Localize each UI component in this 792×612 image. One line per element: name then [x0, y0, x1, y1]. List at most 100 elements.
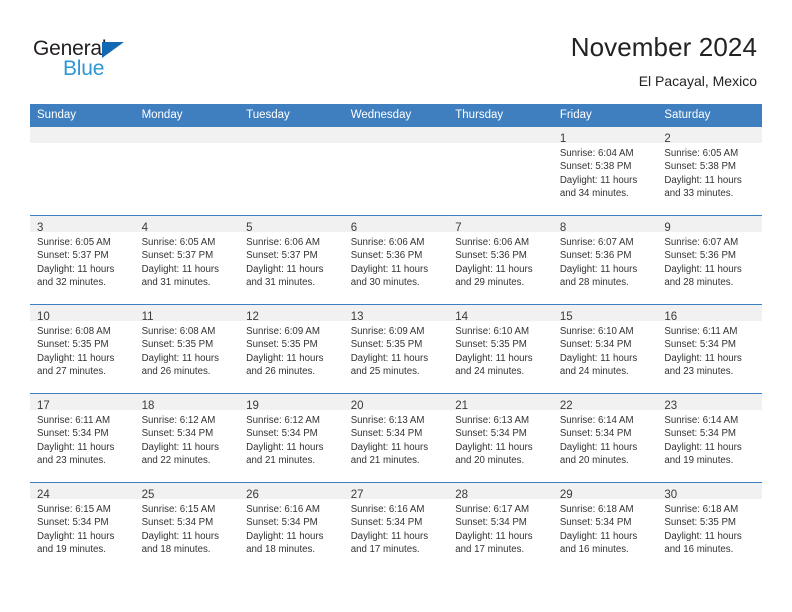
calendar-day-cell[interactable]: 2 Sunrise: 6:05 AM Sunset: 5:38 PM Daylight… — [657, 126, 762, 216]
day-details: Sunrise: 6:09 AM Sunset: 5:35 PM Daylight:… — [239, 321, 344, 379]
calendar-day-cell[interactable]: 14 Sunrise: 6:10 AM Sunset: 5:35 PM Dayligh… — [448, 304, 553, 394]
day-number-band: 24 — [30, 483, 135, 501]
day-number: 2 — [664, 133, 671, 145]
calendar-day-cell[interactable] — [448, 126, 553, 216]
calendar-day-cell[interactable]: 16 Sunrise: 6:11 AM Sunset: 5:34 PM Dayligh… — [657, 304, 762, 394]
calendar-day-cell[interactable]: 26 Sunrise: 6:16 AM Sunset: 5:34 PM Dayligh… — [239, 482, 344, 571]
calendar-day-cell[interactable]: 8 Sunrise: 6:07 AM Sunset: 5:36 PM Daylight… — [552, 215, 658, 305]
day-detail-line: and 28 minutes. — [559, 277, 629, 289]
calendar-day-cell[interactable]: 7 Sunrise: 6:06 AM Sunset: 5:36 PM Daylight… — [448, 215, 553, 305]
day-number-band: 20 — [343, 394, 449, 412]
calendar-day-cell[interactable]: 4 Sunrise: 6:05 AM Sunset: 5:37 PM Daylight… — [134, 215, 240, 305]
day-number-band: 1 — [552, 127, 658, 145]
day-cell-20: 20 Sunrise: 6:13 AM Sunset: 5:34 PM Dayligh… — [343, 394, 449, 482]
day-number: 11 — [141, 311, 154, 323]
day-details: Sunrise: 6:04 AM Sunset: 5:38 PM Daylight:… — [553, 143, 658, 201]
calendar-day-cell[interactable] — [239, 126, 344, 216]
calendar-day-cell[interactable]: 30 Sunrise: 6:18 AM Sunset: 5:35 PM Dayligh… — [657, 482, 762, 571]
calendar-day-cell[interactable]: 23 Sunrise: 6:14 AM Sunset: 5:34 PM Dayligh… — [657, 393, 762, 483]
day-number-band: 7 — [448, 216, 553, 234]
calendar-day-cell[interactable]: 12 Sunrise: 6:09 AM Sunset: 5:35 PM Dayligh… — [239, 304, 344, 394]
day-number-band: 9 — [657, 216, 762, 234]
day-details: Sunrise: 6:17 AM Sunset: 5:34 PM Daylight:… — [448, 499, 553, 557]
day-cell-empty — [30, 127, 135, 215]
day-detail-line: Sunrise: 6:09 AM — [246, 326, 320, 337]
day-number: 14 — [455, 311, 469, 323]
day-detail-line: Sunset: 5:34 PM — [246, 517, 318, 529]
day-cell-5: 5 Sunrise: 6:06 AM Sunset: 5:37 PM Daylight… — [239, 216, 344, 304]
day-detail-line: Sunset: 5:35 PM — [141, 339, 214, 351]
calendar-day-cell[interactable]: 9 Sunrise: 6:07 AM Sunset: 5:36 PM Daylight… — [657, 215, 762, 305]
calendar-day-cell[interactable]: 13 Sunrise: 6:09 AM Sunset: 5:35 PM Dayligh… — [343, 304, 449, 394]
calendar-day-cell[interactable]: 1 Sunrise: 6:04 AM Sunset: 5:38 PM Daylight… — [552, 126, 658, 216]
day-number-band: 18 — [134, 394, 240, 412]
day-detail-line: and 24 minutes. — [455, 366, 525, 378]
calendar-day-cell[interactable]: 17 Sunrise: 6:11 AM Sunset: 5:34 PM Dayligh… — [30, 393, 135, 483]
day-detail-line: Sunset: 5:35 PM — [664, 517, 736, 529]
calendar-grid: Sunday Monday Tuesday Wednesday Thursday Frid… — [30, 104, 762, 571]
day-cell-empty — [343, 127, 449, 215]
day-number: 24 — [37, 489, 50, 501]
calendar-day-cell[interactable] — [30, 126, 135, 216]
day-detail-line: Daylight: 11 hours — [246, 352, 324, 364]
day-details: Sunrise: 6:10 AM Sunset: 5:35 PM Daylight:… — [448, 321, 553, 379]
day-cell-19: 19 Sunrise: 6:12 AM Sunset: 5:34 PM Dayligh… — [239, 394, 344, 482]
day-number-band: 27 — [343, 483, 449, 501]
day-detail-line: Daylight: 11 hours — [141, 441, 219, 453]
day-detail-line: Daylight: 11 hours — [664, 441, 742, 453]
day-number-band: 8 — [552, 216, 658, 234]
page-subtitle: El Pacayal, Mexico — [638, 73, 757, 89]
generalblue-logo[interactable]: General Blue — [33, 38, 193, 88]
day-detail-line: and 33 minutes. — [664, 188, 734, 200]
calendar-day-cell[interactable]: 29 Sunrise: 6:18 AM Sunset: 5:34 PM Dayligh… — [552, 482, 658, 571]
day-detail-line: Daylight: 11 hours — [141, 530, 219, 542]
day-detail-line: Sunset: 5:34 PM — [350, 428, 423, 440]
calendar-day-cell[interactable]: 21 Sunrise: 6:13 AM Sunset: 5:34 PM Dayligh… — [448, 393, 553, 483]
day-detail-line: Sunrise: 6:12 AM — [246, 415, 320, 426]
day-detail-line: Sunrise: 6:04 AM — [559, 148, 634, 159]
day-details: Sunrise: 6:15 AM Sunset: 5:34 PM Daylight:… — [135, 499, 240, 557]
day-detail-line: Sunrise: 6:07 AM — [664, 237, 739, 248]
day-detail-line: Sunset: 5:34 PM — [664, 428, 736, 440]
calendar-day-cell[interactable] — [134, 126, 240, 216]
day-detail-line: and 18 minutes. — [246, 544, 316, 556]
calendar-day-cell[interactable]: 3 Sunrise: 6:05 AM Sunset: 5:37 PM Daylight… — [30, 215, 135, 305]
day-detail-line: Sunset: 5:34 PM — [559, 339, 632, 351]
weekday-header: Sunday Monday Tuesday Wednesday Thursday Frid… — [30, 104, 762, 127]
day-detail-line: Sunset: 5:35 PM — [37, 339, 109, 351]
day-detail-line: Daylight: 11 hours — [246, 263, 324, 275]
day-number-band: 16 — [657, 305, 762, 323]
day-cell-24: 24 Sunrise: 6:15 AM Sunset: 5:34 PM Dayligh… — [30, 483, 135, 571]
calendar-day-cell[interactable]: 19 Sunrise: 6:12 AM Sunset: 5:34 PM Dayligh… — [239, 393, 344, 483]
day-details: Sunrise: 6:07 AM Sunset: 5:36 PM Daylight:… — [657, 232, 762, 290]
calendar-day-cell[interactable]: 10 Sunrise: 6:08 AM Sunset: 5:35 PM Dayligh… — [30, 304, 135, 394]
day-detail-line: Daylight: 11 hours — [455, 352, 533, 364]
day-details: Sunrise: 6:16 AM Sunset: 5:34 PM Daylight:… — [239, 499, 344, 557]
calendar-day-cell[interactable]: 22 Sunrise: 6:14 AM Sunset: 5:34 PM Dayligh… — [552, 393, 658, 483]
day-number-band — [343, 127, 449, 143]
calendar-day-cell[interactable]: 6 Sunrise: 6:06 AM Sunset: 5:36 PM Daylight… — [343, 215, 449, 305]
calendar-day-cell[interactable]: 20 Sunrise: 6:13 AM Sunset: 5:34 PM Dayligh… — [343, 393, 449, 483]
page-header: General Blue November 2024 El Pacayal, M… — [0, 0, 792, 104]
calendar-day-cell[interactable]: 24 Sunrise: 6:15 AM Sunset: 5:34 PM Dayligh… — [30, 482, 135, 571]
calendar-day-cell[interactable]: 15 Sunrise: 6:10 AM Sunset: 5:34 PM Dayligh… — [552, 304, 658, 394]
calendar-day-cell[interactable]: 27 Sunrise: 6:16 AM Sunset: 5:34 PM Dayligh… — [343, 482, 449, 571]
calendar-day-cell[interactable]: 11 Sunrise: 6:08 AM Sunset: 5:35 PM Dayligh… — [134, 304, 240, 394]
day-detail-line: Sunset: 5:35 PM — [350, 339, 423, 351]
day-detail-line: and 27 minutes. — [37, 366, 106, 378]
calendar-day-cell[interactable]: 5 Sunrise: 6:06 AM Sunset: 5:37 PM Daylight… — [239, 215, 344, 305]
day-detail-line: and 17 minutes. — [455, 544, 525, 556]
day-detail-line: Sunset: 5:37 PM — [246, 250, 318, 262]
day-detail-line: Daylight: 11 hours — [246, 441, 324, 453]
calendar-day-cell[interactable] — [343, 126, 449, 216]
day-detail-line: Sunrise: 6:18 AM — [664, 504, 739, 515]
day-cell-30: 30 Sunrise: 6:18 AM Sunset: 5:35 PM Dayligh… — [657, 483, 762, 571]
calendar-day-cell[interactable]: 18 Sunrise: 6:12 AM Sunset: 5:34 PM Dayligh… — [134, 393, 240, 483]
title-block: November 2024 El Pacayal, Mexico — [571, 32, 757, 90]
day-details: Sunrise: 6:13 AM Sunset: 5:34 PM Daylight:… — [344, 410, 449, 468]
day-detail-line: Sunrise: 6:05 AM — [664, 148, 739, 159]
day-number-band — [30, 127, 135, 143]
calendar-day-cell[interactable]: 28 Sunrise: 6:17 AM Sunset: 5:34 PM Dayligh… — [448, 482, 553, 571]
day-detail-line: and 26 minutes. — [246, 366, 316, 378]
calendar-day-cell[interactable]: 25 Sunrise: 6:15 AM Sunset: 5:34 PM Dayligh… — [134, 482, 240, 571]
